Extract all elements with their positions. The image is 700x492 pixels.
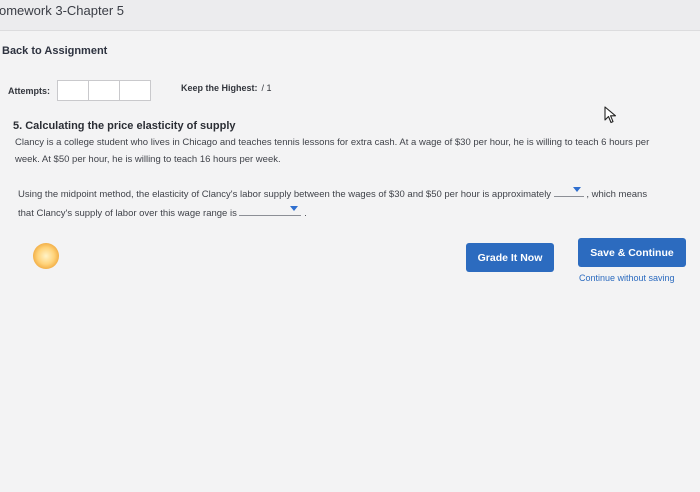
save-and-continue-button[interactable]: Save & Continue xyxy=(578,238,686,267)
chevron-down-icon xyxy=(290,206,299,211)
prompt-line-2: that Clancy's supply of labor over this … xyxy=(18,203,694,222)
keep-highest-label: Keep the Highest:/ 1 xyxy=(181,83,272,93)
supply-type-dropdown[interactable] xyxy=(239,203,302,216)
keep-highest-value: / 1 xyxy=(261,83,272,93)
prompt-text-end: . xyxy=(304,208,307,219)
back-to-assignment-link[interactable]: Back to Assignment xyxy=(2,45,107,57)
prompt-line-1: Using the midpoint method, the elasticit… xyxy=(18,184,694,203)
attempt-box xyxy=(58,81,89,100)
attempt-box xyxy=(120,81,150,100)
assignment-title: omework 3-Chapter 5 xyxy=(0,3,124,18)
grade-it-now-button[interactable]: Grade It Now xyxy=(466,243,554,272)
question-body: Clancy is a college student who lives in… xyxy=(15,134,695,168)
attempt-boxes xyxy=(57,80,151,101)
prompt-text-2: , which means xyxy=(586,189,648,200)
prompt-text-3: that Clancy's supply of labor over this … xyxy=(18,208,237,219)
question-title: 5. Calculating the price elasticity of s… xyxy=(13,120,236,132)
continue-without-saving-link[interactable]: Continue without saving xyxy=(579,273,675,283)
elasticity-dropdown[interactable] xyxy=(553,184,584,197)
question-prompt: Using the midpoint method, the elasticit… xyxy=(18,184,694,222)
question-body-line-2: week. At $50 per hour, he is willing to … xyxy=(15,154,281,165)
keep-highest-text: Keep the Highest: xyxy=(181,83,258,93)
attempts-label: Attempts: xyxy=(8,86,50,96)
top-bar: omework 3-Chapter 5 xyxy=(0,0,700,31)
question-body-line-1: Clancy is a college student who lives in… xyxy=(15,137,650,148)
attempt-box xyxy=(89,81,120,100)
prompt-text-1: Using the midpoint method, the elasticit… xyxy=(18,189,552,200)
chevron-down-icon xyxy=(572,187,581,192)
mouse-pointer-icon xyxy=(604,106,617,124)
light-glare xyxy=(33,243,59,269)
